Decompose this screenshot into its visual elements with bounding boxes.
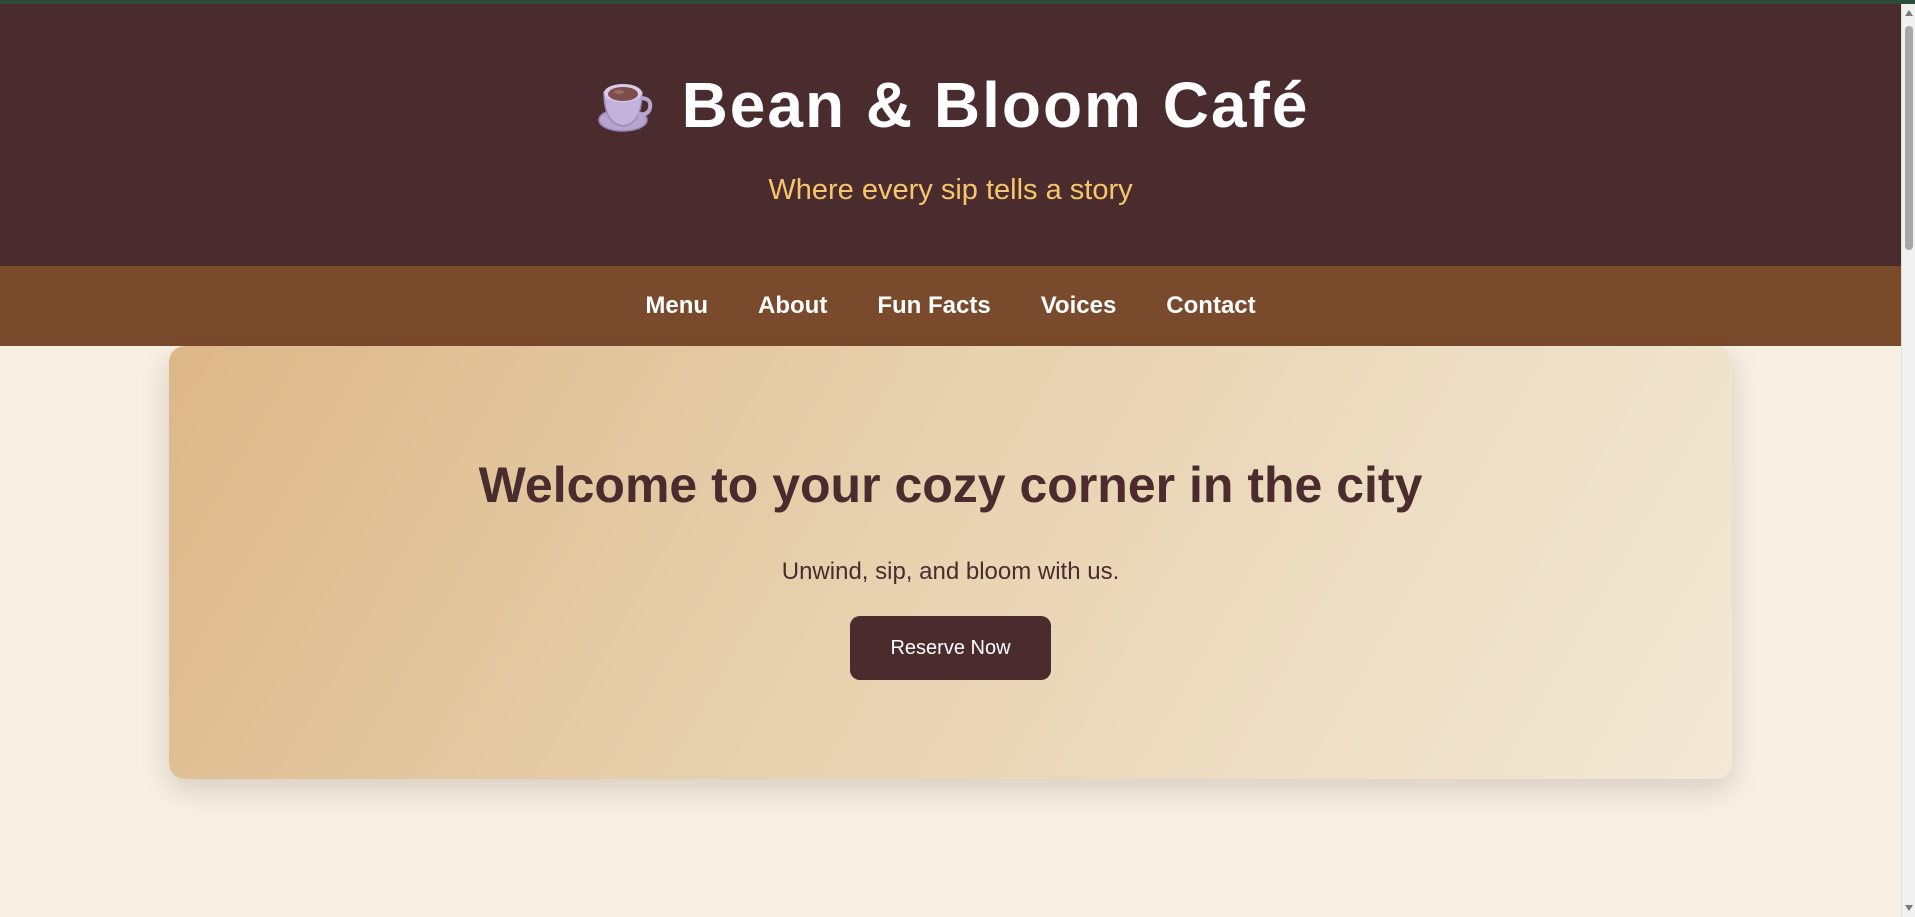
vertical-scrollbar[interactable]: [1901, 4, 1915, 917]
scrollbar-thumb[interactable]: [1905, 26, 1913, 250]
reserve-now-button[interactable]: Reserve Now: [850, 616, 1051, 680]
site-tagline: Where every sip tells a story: [768, 174, 1133, 206]
window-top-border: [0, 0, 1915, 4]
scroll-up-arrow-icon[interactable]: [1905, 10, 1913, 16]
nav-link-fun-facts[interactable]: Fun Facts: [877, 292, 990, 320]
coffee-cup-icon: [592, 72, 658, 138]
scroll-down-arrow-icon[interactable]: [1905, 905, 1913, 911]
nav-link-voices[interactable]: Voices: [1041, 292, 1117, 320]
main-nav: Menu About Fun Facts Voices Contact: [0, 266, 1901, 346]
hero-card: Welcome to your cozy corner in the city …: [169, 346, 1732, 779]
nav-link-about[interactable]: About: [758, 292, 827, 320]
page-viewport: Bean & Bloom Café Where every sip tells …: [0, 0, 1901, 917]
title-row: Bean & Bloom Café: [0, 68, 1901, 142]
hero-title: Welcome to your cozy corner in the city: [478, 457, 1423, 513]
site-title: Bean & Bloom Café: [681, 69, 1310, 141]
site-header: Bean & Bloom Café Where every sip tells …: [0, 4, 1901, 266]
nav-link-contact[interactable]: Contact: [1166, 292, 1255, 320]
nav-link-menu[interactable]: Menu: [645, 292, 708, 320]
hero-subtitle: Unwind, sip, and bloom with us.: [781, 558, 1120, 585]
